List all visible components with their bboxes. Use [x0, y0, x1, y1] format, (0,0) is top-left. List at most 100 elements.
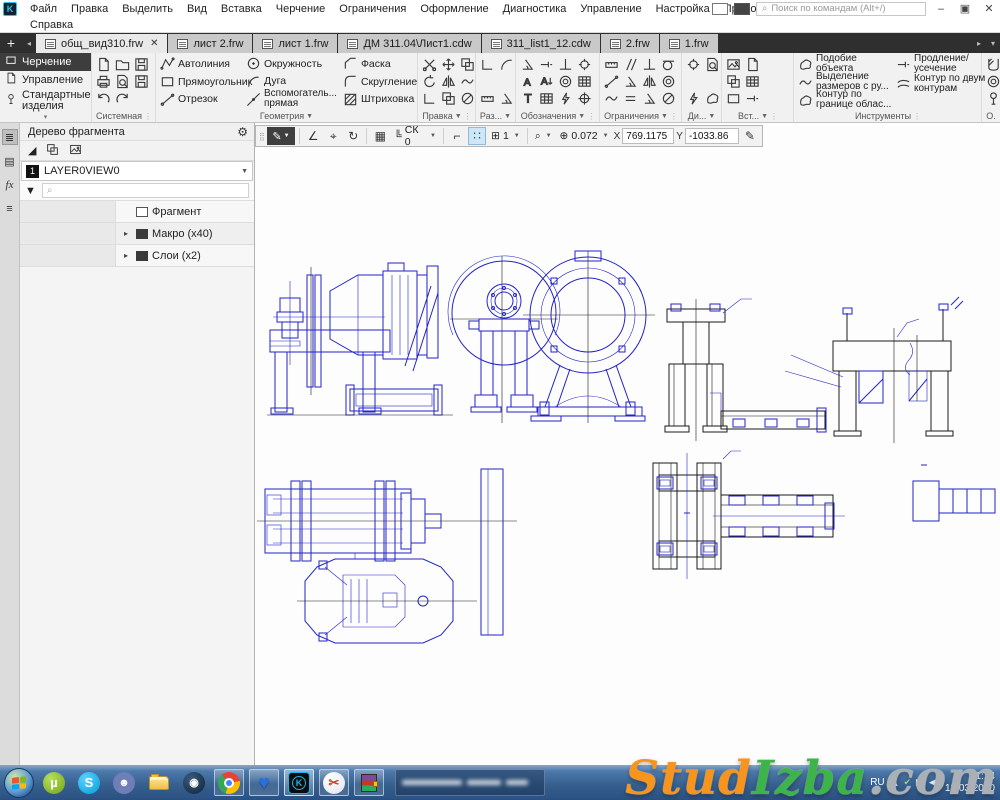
diag-measure-icon[interactable]	[685, 56, 702, 73]
menu-item-7[interactable]: Оформление	[413, 0, 495, 17]
o-sleeve-icon[interactable]	[985, 56, 1000, 73]
print-icon[interactable]	[95, 73, 112, 90]
eyedropper-icon[interactable]: ✎	[741, 127, 759, 145]
con-fix-icon[interactable]	[641, 73, 658, 90]
con-angle-icon[interactable]	[622, 73, 639, 90]
rounding-toggle-icon[interactable]: ∷	[468, 127, 486, 145]
menu-item-3[interactable]: Вид	[180, 0, 214, 17]
y-coordinate-value[interactable]: -1033.86	[685, 128, 739, 144]
ann-table-icon[interactable]	[538, 90, 555, 107]
con-dim-icon[interactable]	[603, 56, 620, 73]
dim-ruler-icon[interactable]	[479, 90, 496, 107]
con-perp-icon[interactable]	[641, 56, 658, 73]
cmd-contour-two[interactable]: Контур по двумконтурам	[894, 75, 980, 93]
taskbar-heart-icon[interactable]: ♥	[249, 769, 279, 796]
language-indicator[interactable]: RU	[870, 777, 884, 788]
tray-status-icon[interactable]: ✔	[904, 777, 912, 788]
coordinate-system-select[interactable]: ╚ СК 0▼	[391, 127, 439, 145]
cmd-construction-line[interactable]: Вспомогатель...прямая	[244, 90, 339, 108]
mode-tab-upravlenie[interactable]: Управление	[0, 71, 91, 89]
document-tab-6[interactable]: 1.frw	[660, 34, 718, 53]
app-logo-icon[interactable]: K	[3, 2, 17, 16]
taskbar-discord-icon[interactable]: ☻	[109, 769, 139, 796]
tree-search-input[interactable]: ⌕	[42, 183, 249, 198]
taskbar-explorer-icon[interactable]	[144, 769, 174, 796]
tabs-scroll-right-icon[interactable]: ▸	[972, 33, 986, 53]
con-equal-icon[interactable]	[622, 90, 639, 107]
taskbar-utorrent-icon[interactable]: µ	[39, 769, 69, 796]
close-button[interactable]: ✕	[980, 2, 998, 16]
command-search-input[interactable]: ⌕ Поиск по командам (Alt+/)	[756, 2, 926, 16]
ins-preview-icon[interactable]	[744, 56, 761, 73]
menu-item-spravka[interactable]: Справка	[23, 19, 80, 31]
taskbar-winrar-icon[interactable]	[354, 769, 384, 796]
panel-settings-icon[interactable]: ⚙	[237, 125, 248, 139]
mode-tab-standart[interactable]: Стандартные изделия	[0, 89, 91, 114]
taskbar-snipping-icon[interactable]: ✂	[319, 769, 349, 796]
ann-view-icon[interactable]	[576, 56, 593, 73]
tree-panel-icon[interactable]: ≣	[2, 129, 18, 145]
expand-arrow-icon[interactable]: ▸	[124, 251, 132, 260]
cmd-fillet[interactable]: Скругление	[341, 73, 417, 91]
print-preview-icon[interactable]	[114, 73, 131, 90]
new-document-icon[interactable]	[95, 56, 112, 73]
menu-item-5[interactable]: Черчение	[269, 0, 333, 17]
diag-star-icon[interactable]	[685, 90, 702, 107]
tree-item-0[interactable]: Фрагмент	[20, 201, 254, 223]
document-tab-0[interactable]: общ_вид310.frw✕	[36, 34, 167, 53]
tabs-pin-icon[interactable]: ▾	[986, 33, 1000, 53]
taskbar-steam-icon[interactable]: ◉	[179, 769, 209, 796]
ins-layer-icon[interactable]	[725, 90, 742, 107]
redo-icon[interactable]	[114, 90, 131, 107]
ann-text-al-icon[interactable]	[538, 73, 555, 90]
cmd-circle[interactable]: Окружность	[244, 55, 339, 73]
menu-item-4[interactable]: Вставка	[214, 0, 269, 17]
con-triangle-icon[interactable]	[641, 90, 658, 107]
menu-item-0[interactable]: Файл	[23, 0, 64, 17]
ins-image-icon[interactable]	[725, 56, 742, 73]
o-pin-icon[interactable]	[985, 90, 1000, 107]
style-pencil-button[interactable]: ✎▼	[267, 127, 296, 145]
x-coordinate-value[interactable]: 769.1175	[622, 128, 674, 144]
ortho-icon[interactable]: ⌐	[448, 127, 466, 145]
zoom-scale-select[interactable]: ⊕ 0.072▼	[557, 127, 612, 145]
con-concentric-icon[interactable]	[660, 73, 677, 90]
con-tangent-icon[interactable]	[660, 56, 677, 73]
ann-leader-icon[interactable]	[538, 56, 555, 73]
snap-object-icon[interactable]: ⌖	[324, 127, 342, 145]
panel-image-icon[interactable]	[69, 143, 82, 159]
edit-wave-icon[interactable]	[459, 73, 476, 90]
document-tab-5[interactable]: 2.frw	[601, 34, 659, 53]
ins-flag-icon[interactable]	[744, 90, 761, 107]
ann-centermark-icon[interactable]	[576, 90, 593, 107]
tree-item-1[interactable]: ▸Макро (x40)	[20, 223, 254, 245]
tray-network-icon[interactable]: ▮▮	[915, 777, 925, 788]
layer-selector[interactable]: 1 LAYER0VIEW0 ▼	[21, 161, 253, 181]
cmd-segment[interactable]: Отрезок	[158, 90, 242, 108]
cmd-chamfer[interactable]: Фаска	[341, 55, 417, 73]
ann-angle-icon[interactable]	[519, 56, 536, 73]
variables-panel-icon[interactable]: fx	[2, 177, 18, 193]
parameters-panel-icon[interactable]: ▤	[2, 153, 18, 169]
con-seg-icon[interactable]	[603, 73, 620, 90]
edit-scale-icon[interactable]	[440, 90, 457, 107]
expand-arrow-icon[interactable]: ▸	[124, 229, 132, 238]
ann-bolt-icon[interactable]	[557, 90, 574, 107]
open-document-icon[interactable]	[114, 56, 131, 73]
ann-frame-icon[interactable]	[576, 73, 593, 90]
toolbar-grip[interactable]: ⣿	[259, 132, 265, 141]
tree-item-2[interactable]: ▸Слои (x2)	[20, 245, 254, 267]
document-tab-4[interactable]: 311_list1_12.cdw	[482, 34, 600, 53]
tray-hidden-icons[interactable]: ▲	[891, 778, 900, 788]
edit-copy-icon[interactable]	[459, 56, 476, 73]
tab-close-icon[interactable]: ✕	[150, 38, 158, 49]
ann-text-icon[interactable]	[519, 90, 536, 107]
menu-item-6[interactable]: Ограничения	[332, 0, 413, 17]
layers-panel-icon[interactable]: ≡	[2, 201, 18, 217]
snap-angle-icon[interactable]: ∠	[304, 127, 322, 145]
diag-contour-icon[interactable]	[704, 90, 721, 107]
edit-erase-icon[interactable]	[459, 90, 476, 107]
taskbar-window-button[interactable]	[395, 769, 545, 796]
document-tab-3[interactable]: ДМ 311.04\Лист1.cdw	[338, 34, 480, 53]
edit-mirror-icon[interactable]	[440, 73, 457, 90]
